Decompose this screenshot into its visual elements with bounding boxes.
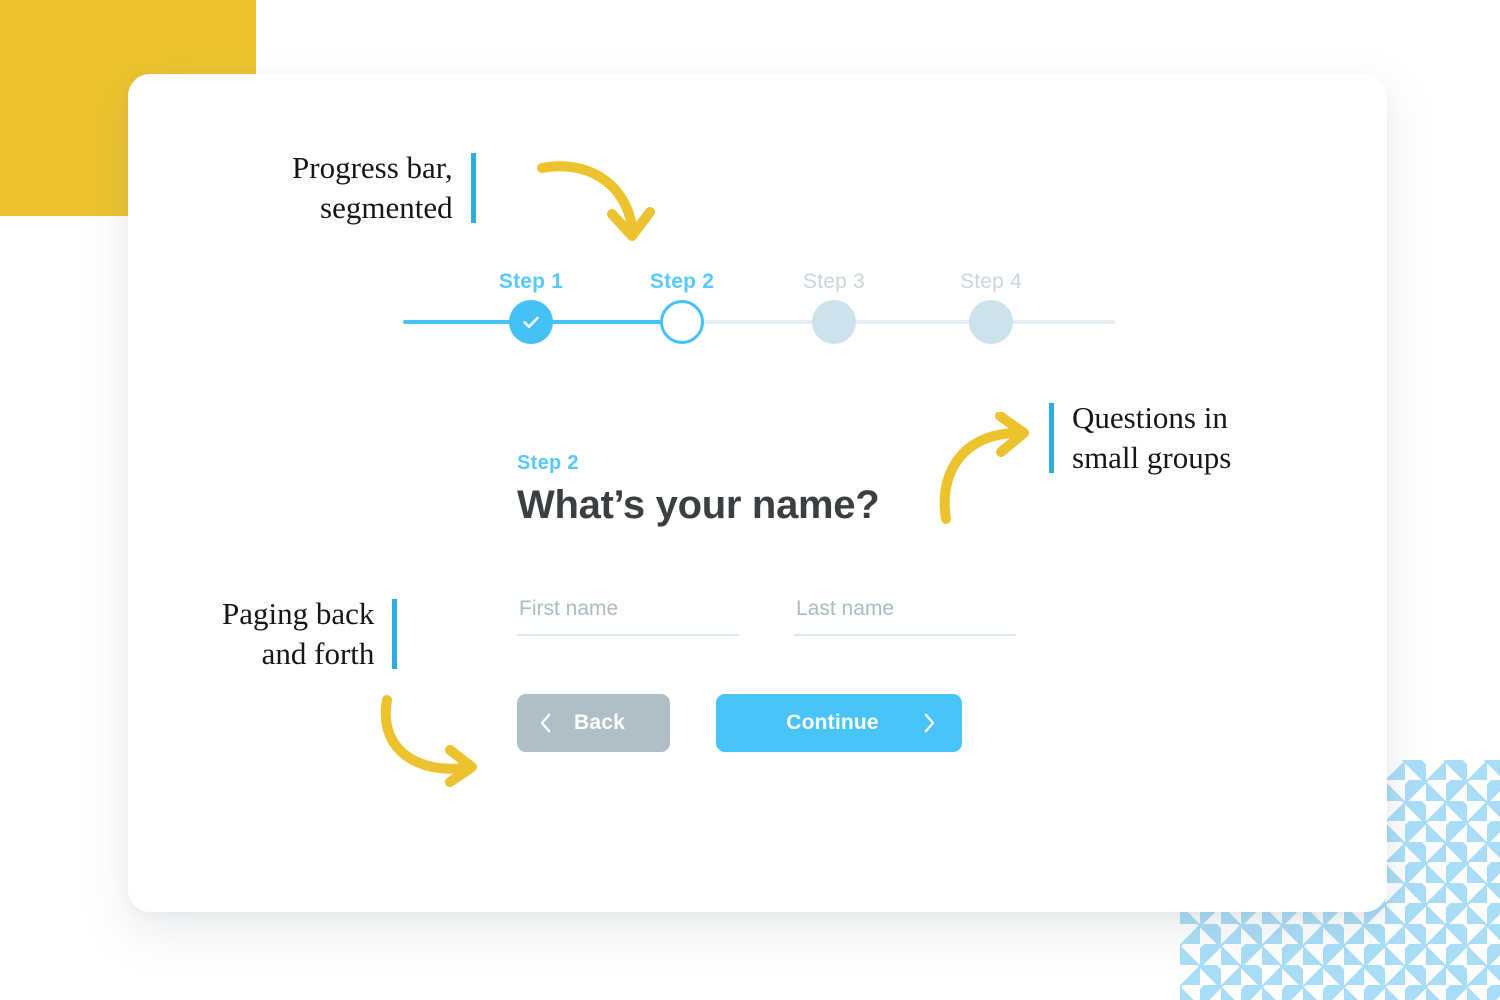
page-title: What’s your name? bbox=[517, 483, 880, 527]
progress-step-3[interactable]: Step 3 bbox=[803, 270, 865, 344]
continue-button[interactable]: Continue bbox=[716, 694, 962, 752]
name-fields bbox=[517, 597, 1077, 636]
back-button-label: Back bbox=[574, 711, 626, 734]
form-navigation: Back Continue bbox=[517, 694, 1077, 752]
step-eyebrow: Step 2 bbox=[517, 452, 579, 474]
progress-step-1[interactable]: Step 1 bbox=[499, 270, 563, 344]
continue-button-label: Continue bbox=[786, 711, 879, 734]
annotation-accent-bar bbox=[470, 152, 476, 223]
form-section: Step 2 What’s your name? Back Continue bbox=[517, 452, 1077, 752]
progress-step-1-circle[interactable] bbox=[509, 300, 553, 344]
mockup-canvas: Step 1 Step 2 Step 3 Step 4 Step 2 What’… bbox=[0, 0, 1500, 1000]
annotation-paging: Paging back and forth bbox=[222, 594, 398, 673]
progress-step-2[interactable]: Step 2 bbox=[650, 270, 714, 344]
progress-step-1-label: Step 1 bbox=[498, 270, 564, 293]
progress-bar: Step 1 Step 2 Step 3 Step 4 bbox=[403, 260, 1115, 355]
annotation-progress-bar: Progress bar, segmented bbox=[292, 148, 476, 227]
progress-step-2-circle[interactable] bbox=[660, 300, 704, 344]
annotation-accent-bar bbox=[1049, 402, 1054, 473]
progress-step-3-circle[interactable] bbox=[812, 300, 856, 344]
progress-step-3-label: Step 3 bbox=[803, 270, 865, 293]
progress-step-4-label: Step 4 bbox=[960, 270, 1022, 293]
progress-step-4[interactable]: Step 4 bbox=[960, 270, 1022, 344]
last-name-field bbox=[794, 597, 1016, 636]
progress-step-4-circle[interactable] bbox=[969, 300, 1013, 344]
last-name-input[interactable] bbox=[794, 597, 1016, 636]
annotation-accent-bar bbox=[392, 598, 398, 669]
back-button[interactable]: Back bbox=[517, 694, 670, 752]
chevron-right-icon bbox=[924, 713, 935, 733]
check-icon bbox=[523, 316, 539, 329]
progress-step-2-label: Step 2 bbox=[649, 270, 715, 293]
annotation-progress-bar-text: Progress bar, segmented bbox=[292, 150, 453, 225]
first-name-input[interactable] bbox=[517, 597, 739, 636]
annotation-questions-text: Questions in small groups bbox=[1072, 400, 1232, 475]
chevron-left-icon bbox=[540, 713, 551, 733]
first-name-field bbox=[517, 597, 739, 636]
annotation-questions: Questions in small groups bbox=[1049, 398, 1231, 477]
annotation-paging-text: Paging back and forth bbox=[222, 596, 375, 671]
